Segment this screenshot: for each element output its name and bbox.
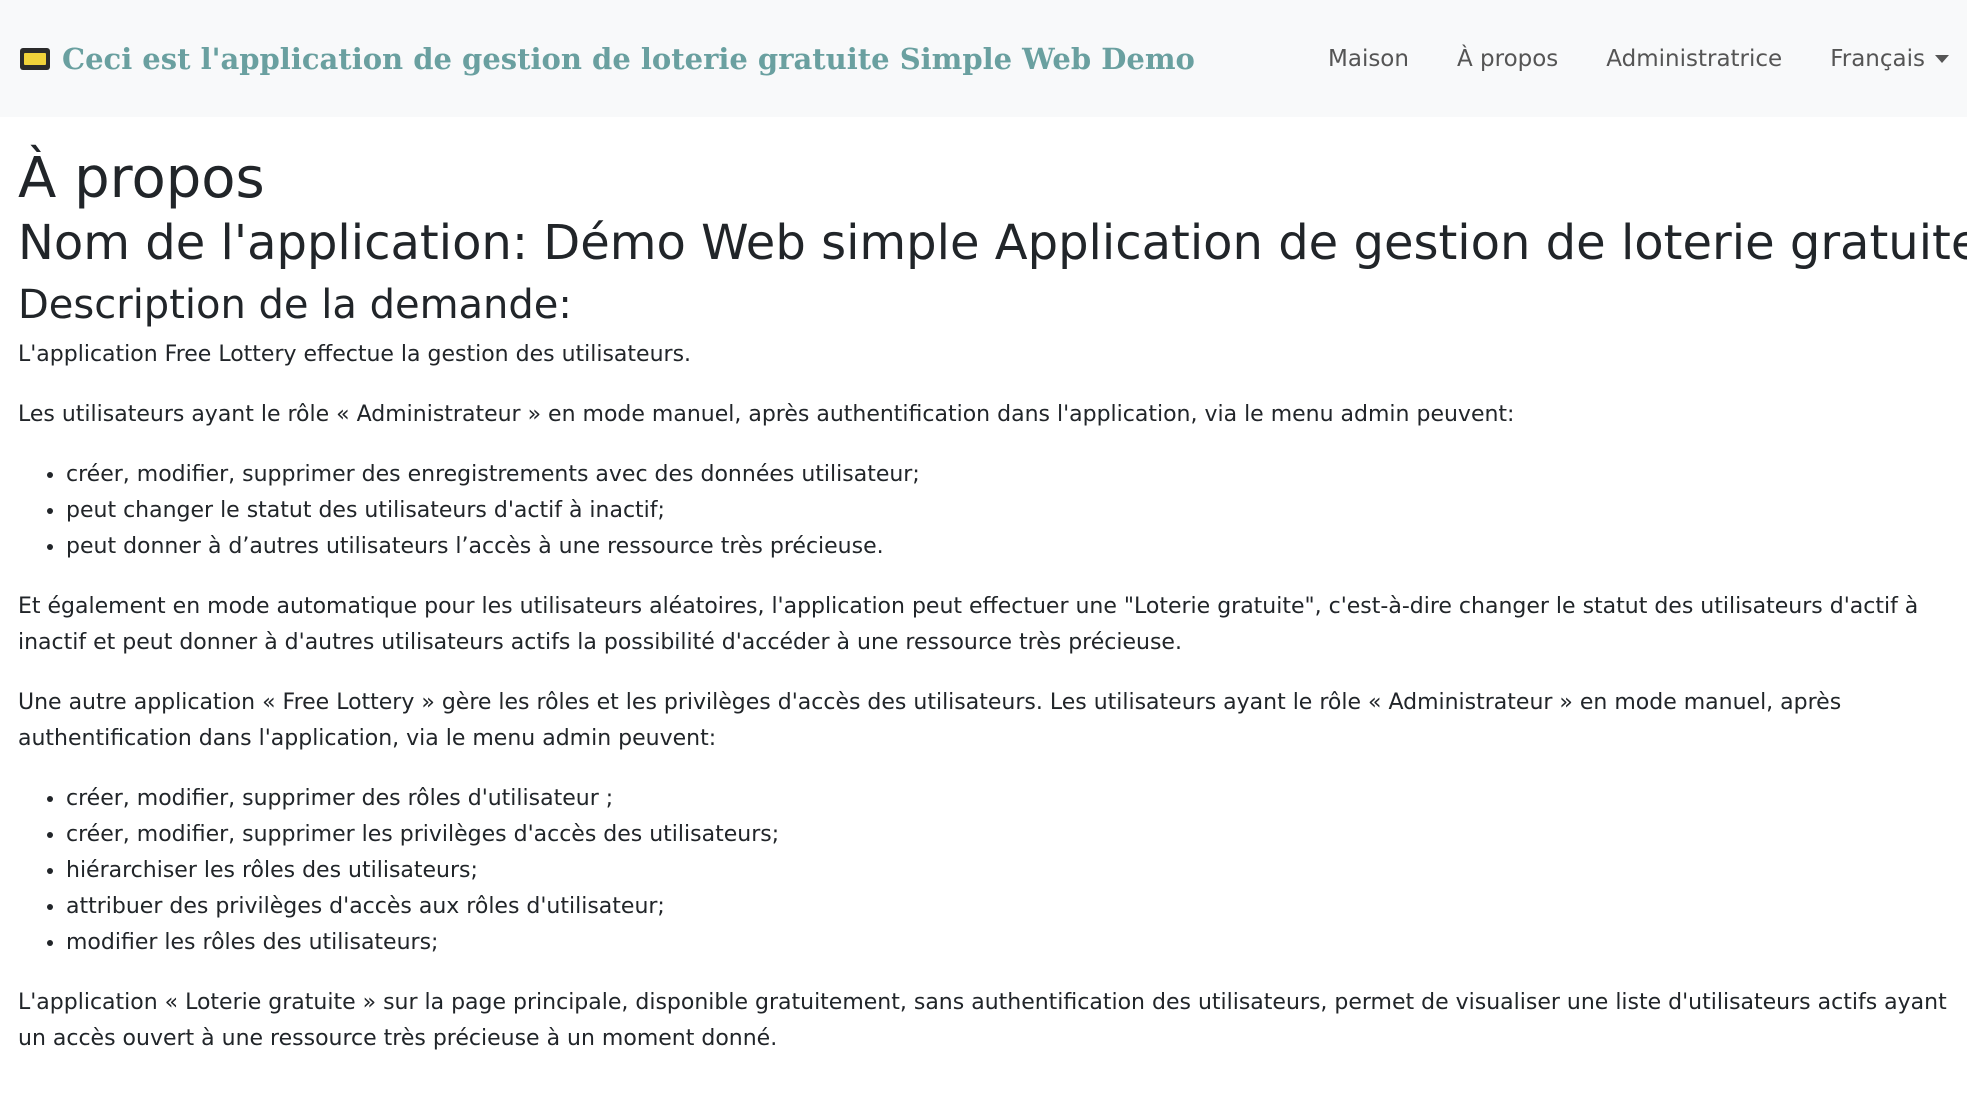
- chevron-down-icon: [1935, 54, 1949, 63]
- brand-title[interactable]: Ceci est l'application de gestion de lot…: [62, 42, 1195, 76]
- auto-mode-paragraph: Et également en mode automatique pour le…: [18, 593, 1919, 655]
- nav-menu: Maison À propos Administratrice Français: [1328, 46, 1949, 72]
- list-item: modifier les rôles des utilisateurs;: [66, 925, 1949, 961]
- admin-paragraph: Les utilisateurs ayant le rôle « Adminis…: [18, 401, 1515, 427]
- app-name-heading: Nom de l'application: Démo Web simple Ap…: [18, 215, 1967, 272]
- intro-paragraph: L'application Free Lottery effectue la g…: [18, 341, 692, 367]
- navbar: Ceci est l'application de gestion de lot…: [0, 0, 1967, 117]
- brand-link[interactable]: Ceci est l'application de gestion de lot…: [20, 42, 1195, 76]
- list-item: peut donner à d’autres utilisateurs l’ac…: [66, 529, 1949, 565]
- list-item: attribuer des privilèges d'accès aux rôl…: [66, 889, 1949, 925]
- monitor-icon: [20, 47, 50, 70]
- list-item: créer, modifier, supprimer des enregistr…: [66, 457, 1949, 493]
- language-label: Français: [1830, 45, 1925, 72]
- admin-list: créer, modifier, supprimer des enregistr…: [18, 457, 1949, 565]
- list-item: créer, modifier, supprimer des rôles d'u…: [66, 781, 1949, 817]
- description-heading: Description de la demande:: [18, 281, 572, 328]
- roles-list: créer, modifier, supprimer des rôles d'u…: [18, 781, 1949, 961]
- list-item: créer, modifier, supprimer les privilège…: [66, 817, 1949, 853]
- roles-paragraph: Une autre application « Free Lottery » g…: [18, 689, 1842, 751]
- main-page-paragraph: L'application « Loterie gratuite » sur l…: [18, 989, 1947, 1051]
- language-dropdown[interactable]: Français: [1830, 46, 1949, 72]
- list-item: peut changer le statut des utilisateurs …: [66, 493, 1949, 529]
- main-content: À propos Nom de l'application: Démo Web …: [0, 146, 1967, 1057]
- nav-item-about[interactable]: À propos: [1457, 46, 1558, 72]
- nav-item-admin[interactable]: Administratrice: [1606, 46, 1782, 72]
- page-title: À propos: [18, 146, 265, 211]
- nav-item-home[interactable]: Maison: [1328, 46, 1409, 72]
- list-item: hiérarchiser les rôles des utilisateurs;: [66, 853, 1949, 889]
